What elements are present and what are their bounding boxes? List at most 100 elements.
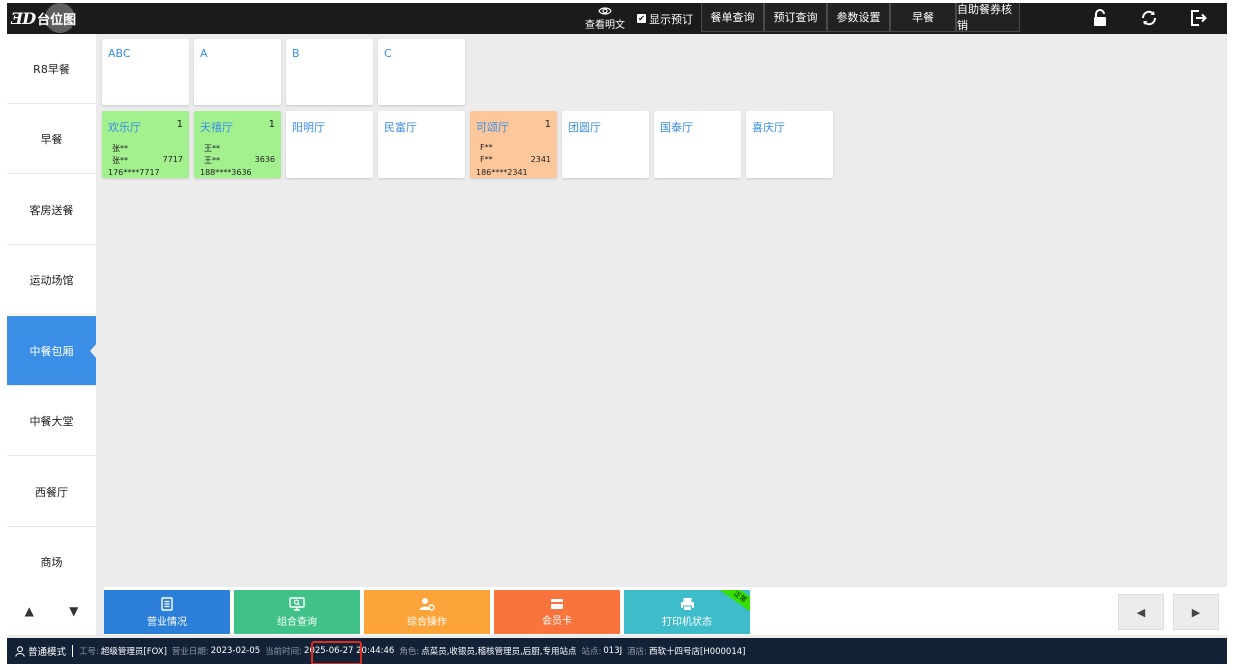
store-label: 酒店:: [627, 647, 647, 657]
breakfast-button[interactable]: 早餐: [890, 3, 956, 32]
guest-name: F**: [480, 143, 493, 152]
guest-name: F**: [480, 155, 493, 164]
sidebar-item-chinese-private-rooms[interactable]: 中餐包厢: [7, 316, 97, 386]
table-name: 欢乐厅: [108, 121, 141, 134]
show-reserve-toggle[interactable]: ✔ 显示预订: [637, 3, 693, 34]
reservation-query-button[interactable]: 预订查询: [764, 3, 827, 32]
table-card[interactable]: 民富厅: [378, 111, 465, 178]
guest-name: 王**: [204, 156, 220, 165]
phone-tail: 7717: [162, 155, 183, 164]
table-name: C: [384, 47, 392, 60]
table-card[interactable]: C: [378, 39, 465, 105]
table-card[interactable]: 国泰厅: [654, 111, 741, 178]
next-page-icon[interactable]: ▶: [1173, 594, 1219, 630]
printer-status-button[interactable]: 正常 打印机状态: [624, 590, 750, 634]
table-name: 可颂厅: [476, 121, 509, 134]
scroll-up-icon[interactable]: ▲: [7, 587, 52, 635]
buffet-voucher-button[interactable]: 自助餐券核销: [956, 3, 1020, 32]
business-status-label: 营业情况: [147, 616, 187, 628]
logout-icon[interactable]: [1188, 8, 1208, 28]
eye-icon: [598, 7, 612, 15]
mode-label: 普通模式: [28, 647, 67, 658]
table-name: 阳明厅: [292, 121, 325, 134]
monitor-search-icon: [289, 596, 305, 611]
member-card-button[interactable]: 会员卡: [494, 590, 620, 634]
user-icon: [15, 645, 25, 657]
action-bar: 营业情况 组合查询 综合操作 会员卡 正常 打印机状态: [104, 587, 1110, 635]
role-value: 点菜员,收银员,稽核管理员,后厨,专用站点: [421, 647, 577, 657]
guest-phone: 176****7717: [108, 168, 160, 177]
combined-query-label: 组合查询: [277, 616, 317, 628]
printer-icon: [680, 597, 694, 611]
time-label: 当前时间:: [265, 647, 303, 657]
table-name: 天禧厅: [200, 121, 233, 134]
page-title: 台位图: [37, 13, 77, 28]
show-reserve-label: 显示预订: [649, 12, 693, 26]
guest-row: 张** 7717: [112, 155, 183, 166]
table-card[interactable]: 团圆厅: [562, 111, 649, 178]
guest-name: 张**: [112, 144, 128, 153]
combined-query-button[interactable]: 组合查询: [234, 590, 360, 634]
sidebar-item-western-restaurant[interactable]: 西餐厅: [7, 457, 96, 527]
phone-tail: 3636: [254, 155, 275, 164]
table-card[interactable]: A: [194, 39, 281, 105]
guest-phone: 186****2341: [476, 168, 528, 177]
top-bar: ƎD 台位图 查看明文 ✔ 显示预订 餐单查询 预订查询 参数设置 早餐 自助餐…: [7, 3, 1227, 34]
general-operation-button[interactable]: 综合操作: [364, 590, 490, 634]
prev-page-icon[interactable]: ◀: [1118, 594, 1164, 630]
card-icon: [551, 598, 563, 609]
table-name: A: [200, 47, 208, 60]
table-name: 国泰厅: [660, 121, 693, 134]
guest-name: 张**: [112, 156, 128, 165]
lock-icon[interactable]: [1090, 8, 1110, 28]
role-label: 角色:: [399, 647, 420, 657]
printer-status-label: 打印机状态: [662, 616, 712, 628]
guest-phone: 188****3636: [200, 168, 252, 177]
mode-indicator: 普通模式: [15, 644, 66, 658]
settings-button[interactable]: 参数设置: [827, 3, 890, 32]
sidebar-item-sports-venue[interactable]: 运动场馆: [7, 245, 96, 315]
sidebar-item-room-service[interactable]: 客房送餐: [7, 175, 96, 245]
general-operation-label: 综合操作: [407, 616, 447, 628]
table-card[interactable]: 阳明厅: [286, 111, 373, 178]
table-card[interactable]: 可颂厅 1 F** F** 2341 186****2341: [470, 111, 557, 178]
member-card-label: 会员卡: [542, 615, 572, 627]
table-name: 民富厅: [384, 121, 417, 134]
store-value: 西软十四号店[H000014]: [649, 647, 746, 657]
app-logo: ƎD 台位图: [11, 5, 76, 32]
business-status-button[interactable]: 营业情况: [104, 590, 230, 634]
bizdate-value: 2023-02-05: [210, 646, 261, 656]
table-card[interactable]: 天禧厅 1 王** 王** 3636 188****3636: [194, 111, 281, 178]
sidebar-item-chinese-hall[interactable]: 中餐大堂: [7, 386, 96, 456]
table-card[interactable]: ABC: [102, 39, 189, 105]
sidebar-item-r8-breakfast[interactable]: R8早餐: [7, 34, 96, 104]
printer-status-badge: 正常: [716, 590, 750, 616]
logo-mark: ƎD: [11, 9, 36, 28]
guest-name: 王**: [204, 144, 220, 153]
guest-count: 1: [544, 119, 551, 130]
pager: ◀ ▶: [1110, 587, 1227, 635]
table-name: B: [292, 47, 300, 60]
table-name: 喜庆厅: [752, 121, 785, 134]
order-query-button[interactable]: 餐单查询: [701, 3, 764, 32]
area-sidebar: R8早餐 早餐 客房送餐 运动场馆 中餐包厢 中餐大堂 西餐厅 商场: [7, 34, 97, 598]
table-card[interactable]: 喜庆厅: [746, 111, 833, 178]
view-plaintext-button[interactable]: 查看明文: [585, 3, 625, 34]
guest-count: 1: [176, 119, 183, 130]
staff-value: 超级管理员[FOX]: [100, 647, 167, 657]
table-card[interactable]: 欢乐厅 1 张** 张** 7717 176****7717: [102, 111, 189, 178]
status-bar: 普通模式 工号: 超级管理员[FOX] 营业日期: 2023-02-05 当前时…: [7, 638, 1227, 664]
guest-count: 1: [268, 119, 275, 130]
scroll-down-icon[interactable]: ▼: [52, 587, 97, 635]
station-label: 站点:: [581, 647, 602, 657]
table-name: ABC: [108, 47, 131, 60]
divider: [72, 645, 74, 657]
document-icon: [161, 596, 173, 611]
guest-row: 王** 3636: [204, 155, 275, 166]
sidebar-scroll: ▲ ▼: [7, 587, 96, 635]
sidebar-item-breakfast[interactable]: 早餐: [7, 104, 96, 174]
staff-label: 工号:: [79, 647, 99, 657]
refresh-icon[interactable]: [1139, 8, 1159, 28]
table-card[interactable]: B: [286, 39, 373, 105]
check-icon: ✔: [637, 14, 646, 23]
